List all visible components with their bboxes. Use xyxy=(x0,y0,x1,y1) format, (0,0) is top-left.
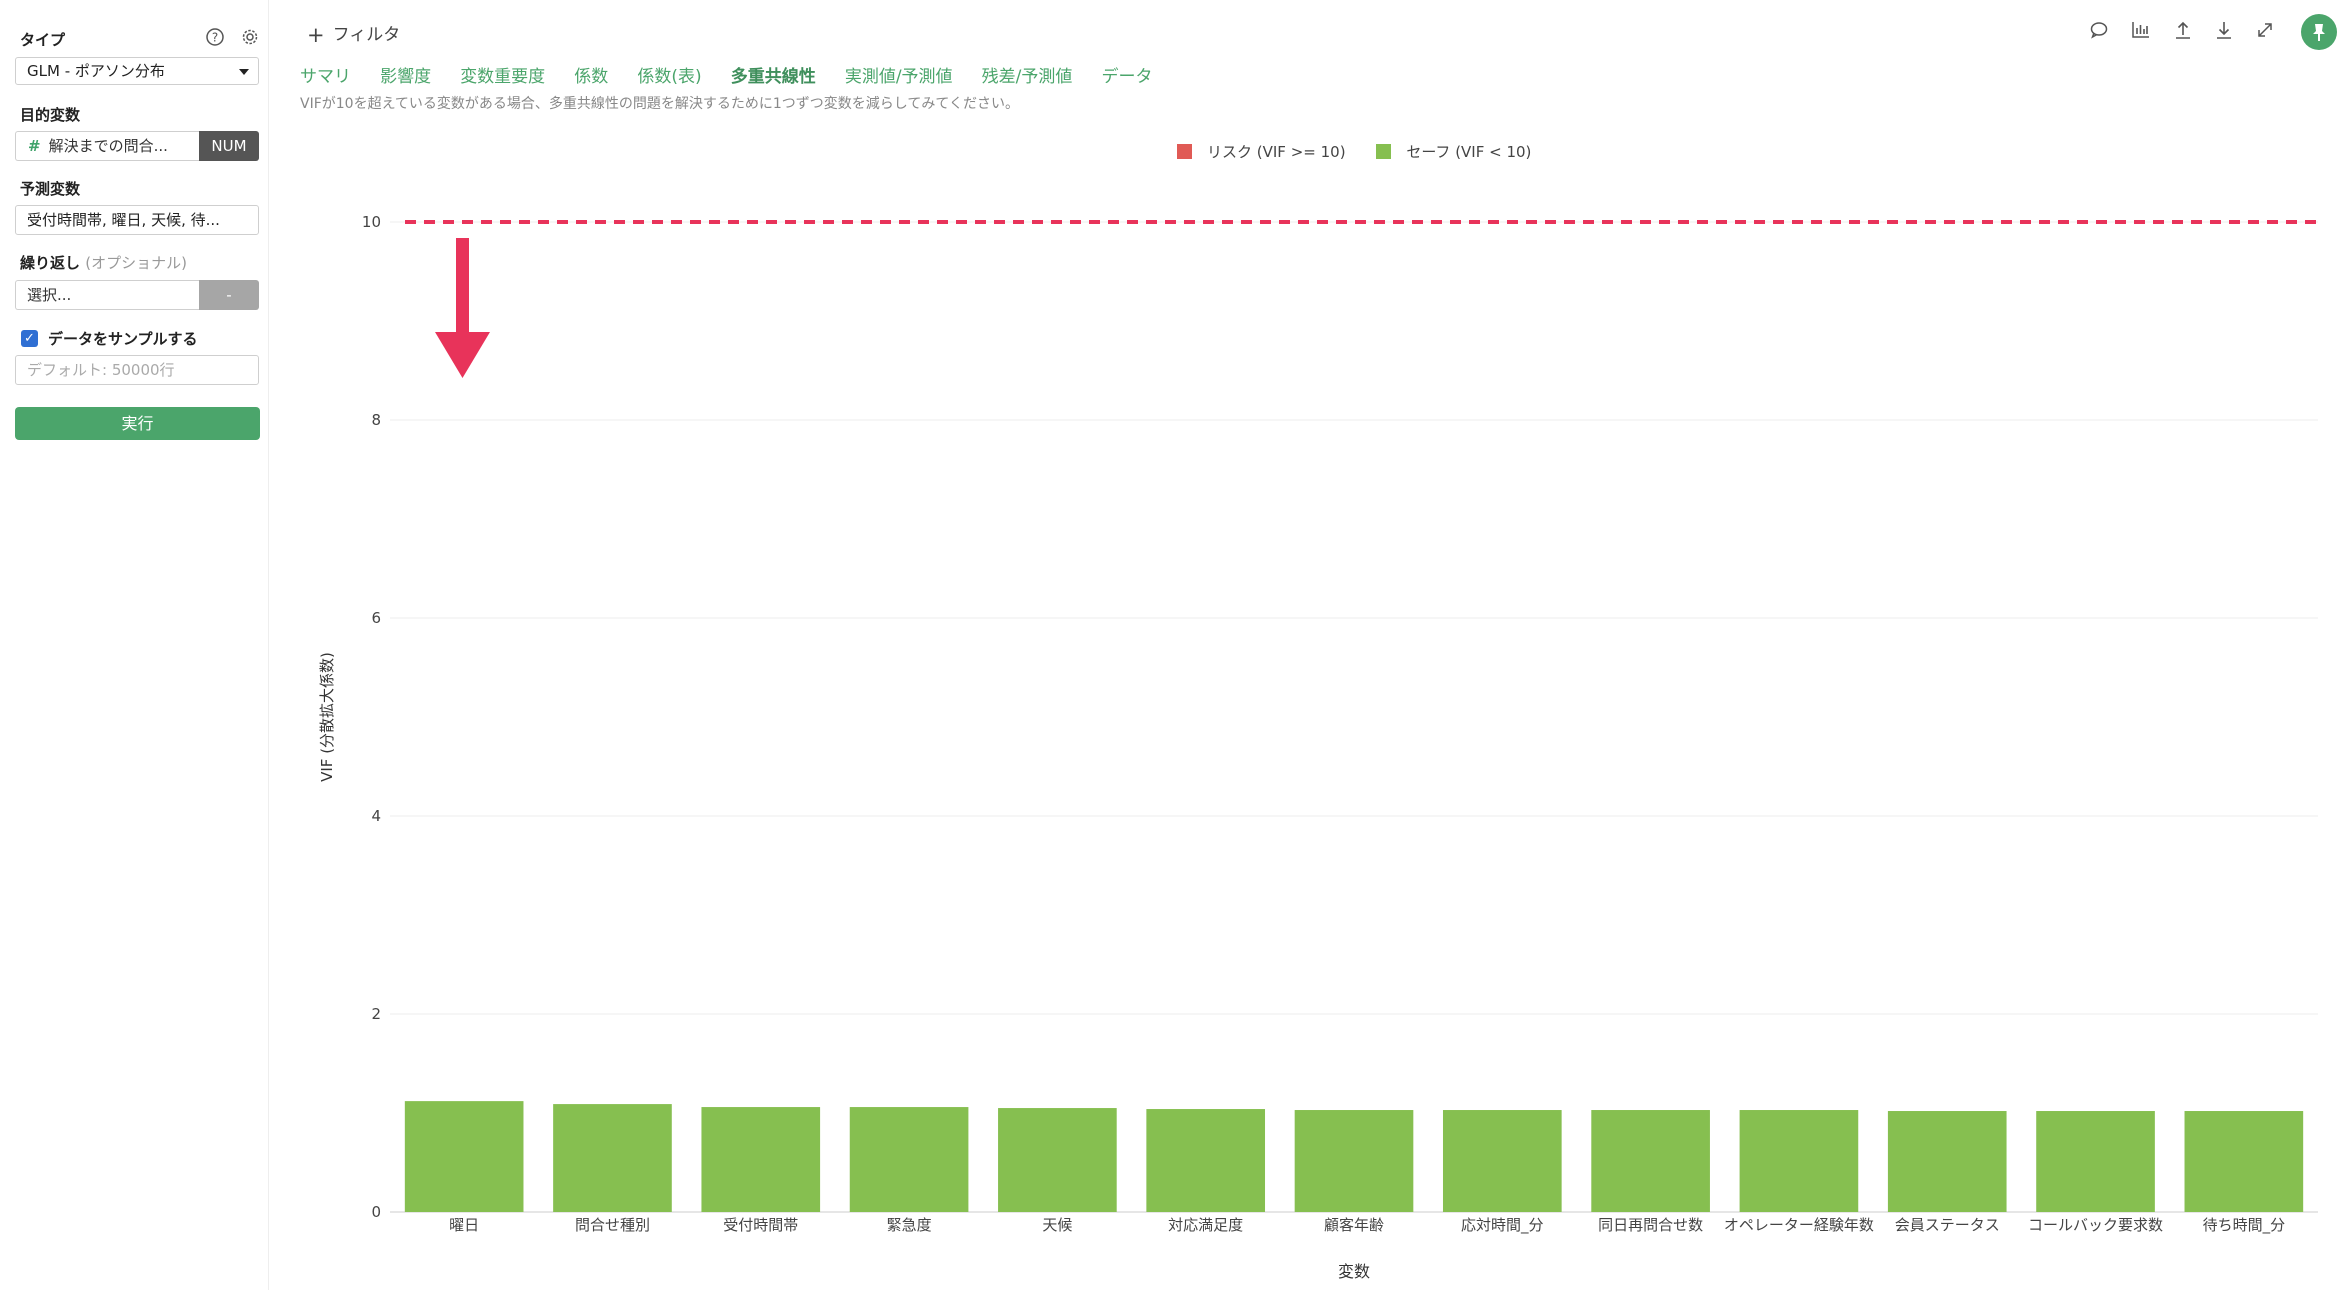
y-tick-label: 8 xyxy=(371,411,381,429)
x-tick-label: 会員ステータス xyxy=(1895,1216,2000,1234)
x-tick-label: 緊急度 xyxy=(887,1216,932,1234)
x-tick-label: 天候 xyxy=(1042,1216,1072,1234)
bar[interactable] xyxy=(849,1107,969,1212)
bar[interactable] xyxy=(404,1101,524,1212)
y-axis-title: VIF (分散拡大係数) xyxy=(318,652,336,782)
bar[interactable] xyxy=(553,1104,672,1212)
gridlines xyxy=(390,221,2318,1213)
bar[interactable] xyxy=(1442,1110,1562,1212)
bar[interactable] xyxy=(1294,1110,1414,1212)
y-tick-label: 0 xyxy=(371,1203,381,1221)
arrow-head xyxy=(435,332,490,378)
x-tick-label: 対応満足度 xyxy=(1168,1216,1243,1234)
y-tick-label: 2 xyxy=(371,1005,381,1023)
x-tick-label: 顧客年齢 xyxy=(1324,1216,1384,1234)
annotation-arrow xyxy=(435,238,490,378)
bar[interactable] xyxy=(701,1107,821,1212)
bar[interactable] xyxy=(1887,1111,2007,1212)
arrow-shaft xyxy=(456,238,469,338)
bars xyxy=(404,1101,2304,1212)
bar[interactable] xyxy=(998,1108,1117,1212)
bar[interactable] xyxy=(2184,1111,2304,1212)
bar[interactable] xyxy=(1146,1109,1266,1212)
bar[interactable] xyxy=(1739,1110,1859,1212)
y-tick-label: 6 xyxy=(371,609,381,627)
x-tick-label: 問合せ種別 xyxy=(575,1216,650,1234)
x-tick-label: 曜日 xyxy=(449,1216,479,1234)
x-tick-label: オペレーター経験年数 xyxy=(1724,1216,1874,1234)
y-tick-labels: 0 2 4 6 8 10 xyxy=(362,213,381,1221)
x-tick-label: 受付時間帯 xyxy=(723,1216,798,1234)
x-tick-label: 応対時間_分 xyxy=(1461,1216,1544,1235)
y-tick-label: 10 xyxy=(362,213,381,231)
x-axis-title: 変数 xyxy=(1338,1262,1370,1281)
y-tick-label: 4 xyxy=(371,807,381,825)
x-tick-label: コールバック要求数 xyxy=(2028,1216,2163,1234)
bar[interactable] xyxy=(1591,1110,1710,1212)
x-tick-label: 同日再問合せ数 xyxy=(1598,1216,1703,1234)
x-tick-labels: 曜日 問合せ種別 受付時間帯 緊急度 天候 対応満足度 顧客年齢 応対時間_分 同日再問合せ数 オ… xyxy=(449,1216,2285,1235)
bar[interactable] xyxy=(2036,1111,2155,1212)
x-tick-label: 待ち時間_分 xyxy=(2203,1216,2286,1235)
vif-bar-chart: 0 2 4 6 8 10 曜日 問合せ種別 受付時間帯 緊急度 天候 対応満足度 顧客年齢 応対時間_分… xyxy=(318,213,2318,1281)
